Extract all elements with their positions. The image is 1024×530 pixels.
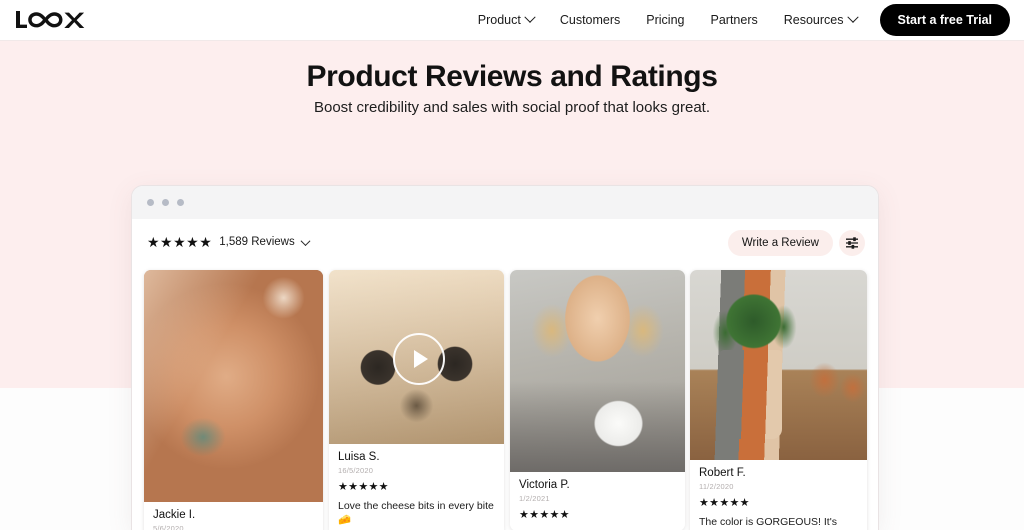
page-title: Product Reviews and Ratings <box>306 60 718 93</box>
review-date: 5/6/2020 <box>153 524 184 530</box>
photo-woman-with-turquoise-jewelry <box>144 270 323 502</box>
photo-woman-holding-white-mug <box>510 270 685 472</box>
review-meta: Luisa S. 16/5/2020 ★★★★★ Love the cheese… <box>329 444 504 530</box>
review-date: 16/5/2020 <box>338 466 374 475</box>
browser-mockup: ★★★★★ 1,589 Reviews Write a Review Jacki… <box>132 186 878 530</box>
review-stars: ★★★★★ <box>699 497 750 509</box>
nav-item-pricing-label: Pricing <box>646 13 685 27</box>
filter-button[interactable] <box>839 230 865 256</box>
nav-links: Product Customers Pricing Partners Resou… <box>465 0 1010 40</box>
review-card[interactable]: Robert F. 11/2/2020 ★★★★★ The color is G… <box>690 270 867 530</box>
reviews-column-2: Luisa S. 16/5/2020 ★★★★★ Love the cheese… <box>329 270 504 530</box>
photo-two-tone-planter-with-snake-plant <box>690 270 867 460</box>
nav-item-resources[interactable]: Resources <box>771 0 870 40</box>
review-text: Love the cheese bits in every bite 🧀 <box>338 500 494 527</box>
start-free-trial-button[interactable]: Start a free Trial <box>879 4 1010 36</box>
sliders-icon <box>846 237 858 249</box>
reviews-column-1: Jackie I. 5/6/2020 <box>144 270 323 530</box>
review-photo[interactable] <box>690 270 867 460</box>
reviewer-name: Victoria P. <box>519 479 570 491</box>
reviews-grid: Jackie I. 5/6/2020 Luisa S. 16/5/2020 ★★… <box>132 270 878 530</box>
page-root: Product Customers Pricing Partners Resou… <box>0 0 1024 530</box>
rating-summary[interactable]: ★★★★★ 1,589 Reviews <box>147 234 311 250</box>
review-video-thumbnail[interactable] <box>329 270 504 444</box>
maximize-dot-icon <box>177 199 184 206</box>
review-card[interactable]: Jackie I. 5/6/2020 <box>144 270 323 530</box>
loox-logo[interactable] <box>14 8 86 32</box>
reviews-column-4: Robert F. 11/2/2020 ★★★★★ The color is G… <box>690 270 867 530</box>
site-navbar: Product Customers Pricing Partners Resou… <box>0 0 1024 41</box>
reviews-widget: ★★★★★ 1,589 Reviews Write a Review Jacki… <box>132 219 878 530</box>
nav-item-product-label: Product <box>477 13 521 27</box>
browser-chrome-bar <box>132 186 878 220</box>
widget-header: ★★★★★ 1,589 Reviews Write a Review <box>132 230 878 264</box>
chevron-down-icon[interactable] <box>300 235 311 246</box>
widget-actions: Write a Review <box>727 230 865 256</box>
window-controls <box>147 199 184 206</box>
review-date: 1/2/2021 <box>519 494 550 503</box>
reviewer-name: Jackie I. <box>153 509 196 521</box>
nav-item-customers-label: Customers <box>559 13 621 27</box>
reviews-column-3: Victoria P. 1/2/2021 ★★★★★ <box>510 270 685 530</box>
nav-item-partners[interactable]: Partners <box>698 0 771 40</box>
chevron-down-icon <box>524 11 536 23</box>
minimize-dot-icon <box>162 199 169 206</box>
nav-item-partners-label: Partners <box>710 13 758 27</box>
nav-item-pricing[interactable]: Pricing <box>633 0 697 40</box>
nav-item-resources-label: Resources <box>783 13 844 27</box>
close-dot-icon <box>147 199 154 206</box>
rating-stars: ★★★★★ <box>147 234 213 250</box>
review-text: The color is GORGEOUS! It's even bigger … <box>699 516 837 528</box>
review-photo[interactable] <box>144 270 323 502</box>
loox-logo-mark <box>16 11 85 28</box>
write-a-review-button[interactable]: Write a Review <box>727 230 833 256</box>
chevron-down-icon <box>846 11 859 23</box>
review-stars: ★★★★★ <box>338 481 389 493</box>
reviewer-name: Luisa S. <box>338 451 380 463</box>
review-meta: Jackie I. 5/6/2020 <box>144 502 323 530</box>
review-card[interactable]: Victoria P. 1/2/2021 ★★★★★ <box>510 270 685 530</box>
reviewer-name: Robert F. <box>699 467 746 479</box>
review-card[interactable]: Luisa S. 16/5/2020 ★★★★★ Love the cheese… <box>329 270 504 530</box>
page-subtitle: Boost credibility and sales with social … <box>313 99 711 116</box>
play-button-icon[interactable] <box>392 333 445 385</box>
review-stars: ★★★★★ <box>519 509 570 521</box>
play-triangle-icon <box>413 350 428 368</box>
nav-item-customers[interactable]: Customers <box>547 0 633 40</box>
review-date: 11/2/2020 <box>699 482 734 491</box>
review-photo[interactable] <box>510 270 685 472</box>
nav-item-product[interactable]: Product <box>465 0 547 40</box>
reviews-count-label: 1,589 Reviews <box>219 236 295 248</box>
review-meta: Robert F. 11/2/2020 ★★★★★ The color is G… <box>690 460 867 530</box>
review-meta: Victoria P. 1/2/2021 ★★★★★ <box>510 472 685 530</box>
